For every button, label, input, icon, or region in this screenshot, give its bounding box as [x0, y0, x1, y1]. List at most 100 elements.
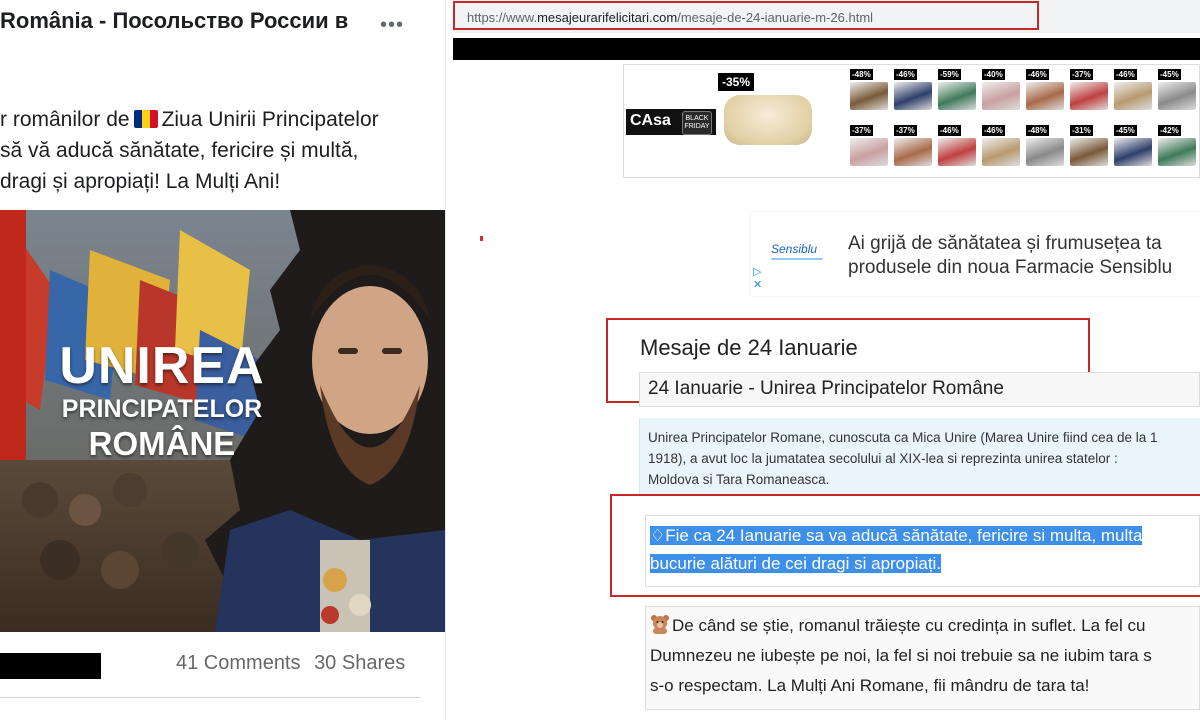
- bedding-product-image: [850, 82, 888, 110]
- shares-count[interactable]: 30 Shares: [314, 652, 405, 674]
- message-1-line-2: bucurie alături de cei dragi si apropiaț…: [650, 550, 1195, 578]
- bedding-product-image: [938, 82, 976, 110]
- image-title-line1: UNIREA: [59, 337, 265, 395]
- bedding-product-image: [938, 138, 976, 166]
- bedding-product-image: [1114, 82, 1152, 110]
- discount-badge: -42%: [1158, 125, 1181, 136]
- message-2-line-2: Dumnezeu ne iubește pe noi, la fel si no…: [650, 646, 1152, 665]
- ad-choices-icon[interactable]: ▷: [753, 266, 765, 279]
- screenshot-root: România - Посольство России в ••• r româ…: [0, 0, 1200, 720]
- product-thumbnail[interactable]: -37%: [1068, 69, 1112, 113]
- post-line-1-b: Ziua Unirii Principatelor: [161, 108, 379, 131]
- address-bar[interactable]: https://www.mesajeurarifelicitari.com/me…: [453, 0, 1200, 33]
- post-text: r românilor de Ziua Unirii Principatelor …: [0, 104, 445, 197]
- discount-badge: -48%: [1026, 125, 1049, 136]
- discount-badge: -46%: [894, 69, 917, 80]
- post-line-2: să vă aducă sănătate, fericire și multă,: [0, 139, 359, 162]
- product-thumbnail[interactable]: -59%: [936, 69, 980, 113]
- bedding-product-image: [1070, 138, 1108, 166]
- page-title[interactable]: România - Посольство России в: [0, 8, 348, 34]
- info-line-2: 1918), a avut loc la jumatatea secolului…: [648, 451, 1118, 466]
- product-thumbnail[interactable]: -45%: [1112, 125, 1156, 169]
- message-1-line-1: ♢Fie ca 24 Ianuarie sa va aducă sănătate…: [650, 522, 1195, 550]
- product-thumbnail[interactable]: -46%: [892, 69, 936, 113]
- history-info-box: Unirea Principatelor Romane, cunoscuta c…: [639, 418, 1200, 494]
- message-2-line-1-text: De când se știe, romanul trăiește cu cre…: [672, 616, 1146, 635]
- main-discount-badge: -35%: [718, 73, 755, 91]
- discount-badge: -46%: [1026, 69, 1049, 80]
- post-line-1-a: r românilor de: [0, 108, 130, 131]
- discount-badge: -48%: [850, 69, 873, 80]
- engagement-counts: 41 Comments 30 Shares: [176, 652, 413, 675]
- product-thumbnail[interactable]: -37%: [848, 125, 892, 169]
- page-subheading: 24 Ianuarie - Unirea Principatelor Român…: [639, 372, 1200, 407]
- post-image[interactable]: UNIREA PRINCIPATELOR ROMÂNE: [0, 210, 445, 632]
- bedding-product-image: [1026, 138, 1064, 166]
- product-thumbnail[interactable]: -46%: [980, 125, 1024, 169]
- product-thumbnail[interactable]: -46%: [1112, 69, 1156, 113]
- sensiblu-line-2: produsele din noua Farmacie Sensiblu: [848, 257, 1173, 278]
- sensiblu-line-1: Ai grijă de sănătatea și frumusețea ta: [848, 233, 1162, 254]
- product-thumbnail[interactable]: -46%: [936, 125, 980, 169]
- browser-window: https://www.mesajeurarifelicitari.com/me…: [453, 0, 1200, 720]
- footer-divider: [0, 697, 420, 698]
- discount-badge: -45%: [1114, 125, 1137, 136]
- comments-count[interactable]: 41 Comments: [176, 652, 301, 674]
- message-2-line-1: De când se știe, romanul trăiește cu cre…: [650, 611, 1195, 641]
- discount-badge: -37%: [1070, 69, 1093, 80]
- discount-badge: -46%: [1114, 69, 1137, 80]
- discount-badge: -37%: [894, 125, 917, 136]
- url-annotation-box: [453, 1, 1039, 30]
- discount-badge: -46%: [982, 125, 1005, 136]
- discount-badge: -40%: [982, 69, 1005, 80]
- product-thumbnail[interactable]: -37%: [892, 125, 936, 169]
- discount-badge: -59%: [938, 69, 961, 80]
- bedding-product-image: [1114, 138, 1152, 166]
- discount-badge: -45%: [1158, 69, 1181, 80]
- bedding-product-image: [850, 138, 888, 166]
- post-line-1: r românilor de Ziua Unirii Principatelor: [0, 104, 445, 135]
- discount-badge: -37%: [850, 125, 873, 136]
- info-line-1: Unirea Principatelor Romane, cunoscuta c…: [648, 430, 1158, 445]
- sensiblu-logo: Sensiblu: [771, 242, 818, 256]
- message-1-line-1-text: Fie ca 24 Ianuarie sa va aducă sănătate,…: [665, 526, 1143, 545]
- product-thumbnail[interactable]: -40%: [980, 69, 1024, 113]
- discount-badge: -31%: [1070, 125, 1093, 136]
- product-thumbnail[interactable]: -48%: [1024, 125, 1068, 169]
- black-friday-badge: BLACK FRIDAY: [682, 111, 712, 135]
- bedding-product-image: [982, 82, 1020, 110]
- teddy-bear-icon: [651, 615, 669, 634]
- ad-choices[interactable]: ▷ ✕: [753, 266, 765, 294]
- sensiblu-ad[interactable]: Sensiblu Ai grijă de sănătatea și frumus…: [751, 212, 1200, 296]
- red-mark: [480, 236, 483, 241]
- product-thumbnail[interactable]: -48%: [848, 69, 892, 113]
- message-card-2[interactable]: De când se știe, romanul trăiește cu cre…: [645, 606, 1200, 710]
- product-thumbnail[interactable]: -45%: [1156, 69, 1200, 113]
- bedding-product-image: [894, 138, 932, 166]
- image-title: UNIREA PRINCIPATELOR ROMÂNE: [32, 338, 292, 464]
- product-thumbnail[interactable]: -42%: [1156, 125, 1200, 169]
- redacted-reactions: [0, 653, 101, 679]
- image-title-line2: PRINCIPATELOR: [61, 395, 263, 423]
- bedding-product-image: [1026, 82, 1064, 110]
- message-card-1[interactable]: ♢Fie ca 24 Ianuarie sa va aducă sănătate…: [645, 515, 1200, 587]
- casa-ad-banner[interactable]: CΑsa BLACK FRIDAY -35% -48% -46% -59% -40% -…: [623, 64, 1200, 178]
- more-options-icon[interactable]: •••: [380, 14, 404, 37]
- romania-flag-icon: [133, 110, 158, 128]
- sensiblu-logo-underline: [771, 258, 823, 260]
- product-thumbnail[interactable]: -46%: [1024, 69, 1068, 113]
- site-navbar: [453, 38, 1200, 60]
- message-1-line-2-text: bucurie alături de cei dragi si apropiaț…: [650, 554, 942, 573]
- message-1-emoji: ♢: [650, 526, 666, 545]
- page-heading: Mesaje de 24 Ianuarie: [640, 335, 858, 360]
- bedding-product-image: [1070, 82, 1108, 110]
- bedding-product-image: [894, 82, 932, 110]
- info-line-3: Moldova si Tara Romaneasca.: [648, 472, 830, 487]
- product-thumbnail[interactable]: -31%: [1068, 125, 1112, 169]
- facebook-post: România - Посольство России в ••• r româ…: [0, 0, 446, 720]
- ad-close-icon[interactable]: ✕: [753, 279, 765, 292]
- sensiblu-ad-text: Ai grijă de sănătatea și frumusețea ta p…: [848, 232, 1172, 280]
- image-title-line3: ROMÂNE: [88, 425, 236, 462]
- message-2-line-3: s-o respectam. La Mulți Ani Romane, fii …: [650, 676, 1090, 695]
- discount-badge: -46%: [938, 125, 961, 136]
